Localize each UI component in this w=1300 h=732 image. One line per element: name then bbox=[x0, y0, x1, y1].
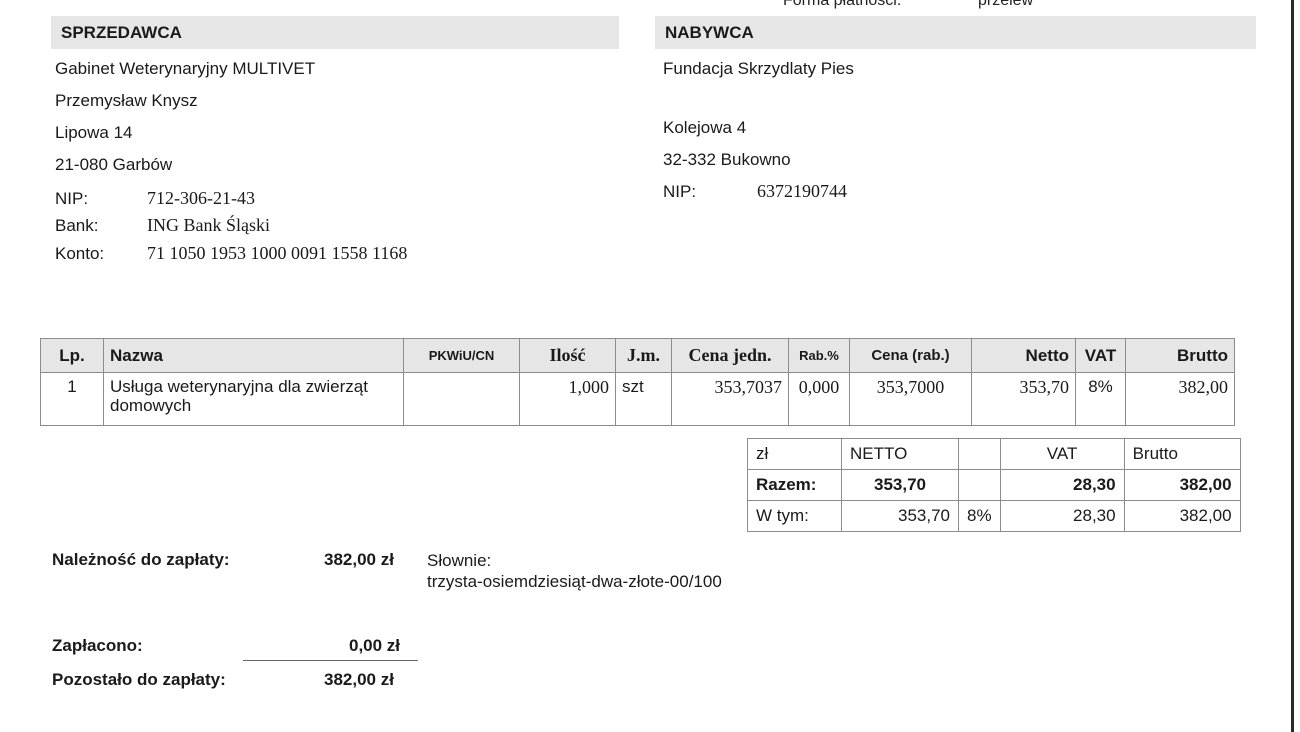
seller-name: Gabinet Weterynaryjny MULTIVET bbox=[55, 59, 316, 78]
summary-breakdown-gross: 382,00 bbox=[1123, 500, 1241, 532]
summary-vat-header: VAT bbox=[999, 438, 1125, 470]
seller-account-row: Konto: 71 1050 1953 1000 0091 1558 1168 bbox=[55, 243, 407, 264]
seller-nip-label: NIP: bbox=[55, 189, 89, 208]
items-header-row: Lp. Nazwa PKWiU/CN Ilość J.m. Cena jedn.… bbox=[40, 338, 1235, 373]
summary-table: zł NETTO VAT Brutto Razem: 353,70 28,30 … bbox=[747, 438, 1241, 532]
paid-label: Zapłacono: bbox=[52, 636, 143, 655]
col-unit-price: Cena jedn. bbox=[671, 338, 789, 373]
summary-total-label: Razem: bbox=[747, 469, 842, 501]
item-unit: szt bbox=[615, 372, 672, 426]
buyer-nip: 6372190744 bbox=[757, 181, 847, 201]
item-discount: 0,000 bbox=[788, 372, 850, 426]
items-table: Lp. Nazwa PKWiU/CN Ilość J.m. Cena jedn.… bbox=[40, 338, 1235, 426]
seller-bank: ING Bank Śląski bbox=[147, 215, 270, 235]
summary-total-net: 353,70 bbox=[841, 469, 959, 501]
payment-method-value: przelew bbox=[978, 0, 1034, 9]
summary-total-rate bbox=[958, 469, 1001, 501]
summary-breakdown-label: W tym: bbox=[747, 500, 842, 532]
summary-currency: zł bbox=[747, 438, 842, 470]
in-words-value: trzysta-osiemdziesiąt-dwa-złote-00/100 bbox=[427, 572, 722, 591]
buyer-name: Fundacja Skrzydlaty Pies bbox=[663, 59, 854, 78]
table-row: 1 Usługa weterynaryjna dla zwierząt domo… bbox=[40, 372, 1235, 426]
item-price-discounted: 353,7000 bbox=[849, 372, 972, 426]
seller-heading: SPRZEDAWCA bbox=[51, 16, 619, 49]
page-edge bbox=[1291, 0, 1294, 732]
col-unit: J.m. bbox=[615, 338, 672, 373]
summary-total-gross: 382,00 bbox=[1123, 469, 1241, 501]
remaining-label: Pozostało do zapłaty: bbox=[52, 670, 226, 689]
seller-city: 21-080 Garbów bbox=[55, 155, 173, 174]
summary-gross-header: Brutto bbox=[1123, 438, 1241, 470]
buyer-heading: NABYWCA bbox=[655, 16, 1256, 49]
col-discount: Rab.% bbox=[788, 338, 850, 373]
amount-due-value: 382,00 zł bbox=[324, 550, 394, 569]
item-gross: 382,00 bbox=[1125, 372, 1235, 426]
item-pkwiu bbox=[403, 372, 520, 426]
seller-account-label: Konto: bbox=[55, 244, 105, 263]
item-unit-price: 353,7037 bbox=[671, 372, 789, 426]
item-net: 353,70 bbox=[971, 372, 1076, 426]
buyer-nip-row: NIP: 6372190744 bbox=[663, 181, 847, 202]
paid-value: 0,00 zł bbox=[349, 636, 401, 655]
summary-breakdown-rate: 8% bbox=[958, 500, 1001, 532]
payment-method-label: Forma płatności: bbox=[783, 0, 902, 9]
summary-net-header: NETTO bbox=[841, 438, 959, 470]
amount-due-label: Należność do zapłaty: bbox=[52, 550, 230, 569]
seller-person: Przemysław Knysz bbox=[55, 91, 198, 110]
buyer-street: Kolejowa 4 bbox=[663, 118, 747, 137]
summary-breakdown-row: W tym: 353,70 8% 28,30 382,00 bbox=[747, 500, 1241, 532]
col-lp: Lp. bbox=[40, 338, 104, 373]
col-price-discounted: Cena (rab.) bbox=[849, 338, 972, 373]
summary-total-row: Razem: 353,70 28,30 382,00 bbox=[747, 469, 1241, 501]
paid-divider bbox=[243, 660, 418, 661]
seller-nip-row: NIP: 712-306-21-43 bbox=[55, 188, 255, 209]
buyer-nip-label: NIP: bbox=[663, 182, 697, 201]
seller-bank-row: Bank: ING Bank Śląski bbox=[55, 215, 270, 236]
summary-rate-header bbox=[958, 438, 1001, 470]
buyer-city: 32-332 Bukowno bbox=[663, 150, 791, 169]
item-vat: 8% bbox=[1075, 372, 1126, 426]
col-qty: Ilość bbox=[519, 338, 616, 373]
seller-street: Lipowa 14 bbox=[55, 123, 133, 142]
seller-account: 71 1050 1953 1000 0091 1558 1168 bbox=[147, 243, 408, 263]
summary-breakdown-vat: 28,30 bbox=[999, 500, 1125, 532]
seller-nip: 712-306-21-43 bbox=[147, 188, 255, 208]
col-vat: VAT bbox=[1075, 338, 1126, 373]
col-net: Netto bbox=[971, 338, 1076, 373]
item-qty: 1,000 bbox=[519, 372, 616, 426]
item-name: Usługa weterynaryjna dla zwierząt domowy… bbox=[103, 372, 404, 426]
col-gross: Brutto bbox=[1125, 338, 1235, 373]
summary-total-vat: 28,30 bbox=[999, 469, 1125, 501]
item-lp: 1 bbox=[40, 372, 104, 426]
seller-bank-label: Bank: bbox=[55, 216, 99, 235]
remaining-value: 382,00 zł bbox=[324, 670, 394, 689]
in-words-label: Słownie: bbox=[427, 551, 492, 570]
col-pkwiu: PKWiU/CN bbox=[403, 338, 520, 373]
summary-breakdown-net: 353,70 bbox=[841, 500, 959, 532]
summary-header-row: zł NETTO VAT Brutto bbox=[747, 438, 1241, 470]
col-name: Nazwa bbox=[103, 338, 404, 373]
